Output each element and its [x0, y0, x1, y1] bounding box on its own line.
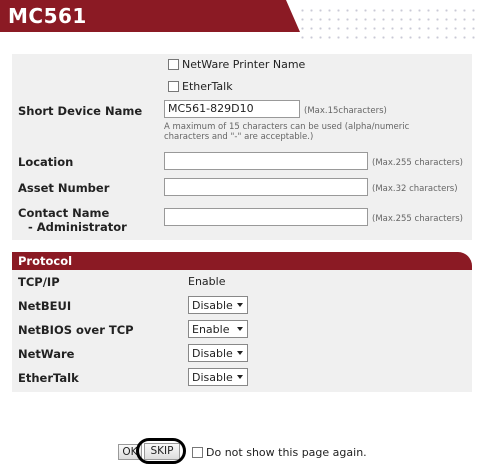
- netbios-select[interactable]: Enable: [188, 320, 248, 338]
- protocol-row-ethertalk: EtherTalk Disable: [12, 366, 472, 388]
- ethertalk-select-value: Disable: [192, 371, 233, 384]
- ethertalk-select[interactable]: Disable: [188, 368, 248, 386]
- short-device-name-label: Short Device Name: [18, 104, 143, 118]
- page-title: MC561: [8, 4, 87, 28]
- protocol-header: Protocol: [12, 252, 472, 270]
- ethertalk-option-row: EtherTalk: [12, 76, 472, 96]
- asset-number-hint: (Max.32 characters): [372, 184, 458, 194]
- chevron-down-icon: [237, 327, 243, 331]
- netbeui-select[interactable]: Disable: [188, 296, 248, 314]
- protocol-tcpip-label: TCP/IP: [18, 275, 60, 289]
- skip-highlight-circle: [136, 438, 186, 464]
- netware-select[interactable]: Disable: [188, 344, 248, 362]
- protocol-row-tcpip: TCP/IP Enable: [12, 270, 472, 292]
- protocol-netbios-label: NetBIOS over TCP: [18, 323, 134, 337]
- short-device-name-input[interactable]: MC561-829D10: [164, 100, 300, 118]
- ethertalk-checkbox[interactable]: [168, 81, 179, 92]
- protocol-netware-label: NetWare: [18, 347, 75, 361]
- short-device-name-hint: (Max.15characters): [304, 106, 387, 116]
- contact-name-input[interactable]: [164, 208, 368, 226]
- netbeui-select-value: Disable: [192, 299, 233, 312]
- contact-name-row: Contact Name - Administrator (Max.255 ch…: [12, 202, 472, 238]
- short-device-name-note: A maximum of 15 characters can be used (…: [164, 122, 410, 142]
- netware-printer-name-row: NetWare Printer Name: [12, 54, 472, 74]
- netware-printer-name-label: NetWare Printer Name: [182, 58, 306, 71]
- netware-printer-name-checkbox[interactable]: [168, 59, 179, 70]
- asset-number-label: Asset Number: [18, 181, 110, 195]
- asset-number-row: Asset Number (Max.32 characters): [12, 176, 472, 198]
- protocol-row-netbios: NetBIOS over TCP Enable: [12, 318, 472, 340]
- protocol-tcpip-value: Enable: [188, 275, 226, 288]
- chevron-down-icon: [237, 303, 243, 307]
- location-label: Location: [18, 155, 74, 169]
- protocol-row-netbeui: NetBEUI Disable: [12, 294, 472, 316]
- netware-select-value: Disable: [192, 347, 233, 360]
- netbios-select-value: Enable: [192, 323, 230, 336]
- protocol-header-label: Protocol: [18, 254, 73, 268]
- asset-number-input[interactable]: [164, 178, 368, 196]
- short-device-name-row: Short Device Name MC561-829D10 (Max.15ch…: [12, 98, 472, 148]
- ethertalk-option-label: EtherTalk: [182, 80, 233, 93]
- contact-name-label-line1: Contact Name: [18, 206, 110, 220]
- contact-name-hint: (Max.255 characters): [372, 214, 463, 224]
- contact-name-label-line2: - Administrator: [28, 220, 127, 234]
- location-row: Location (Max.255 characters): [12, 150, 472, 172]
- protocol-netbeui-label: NetBEUI: [18, 299, 72, 313]
- protocol-row-netware: NetWare Disable: [12, 342, 472, 364]
- location-input[interactable]: [164, 152, 368, 170]
- do-not-show-checkbox[interactable]: [192, 447, 203, 458]
- protocol-ethertalk-label: EtherTalk: [18, 371, 79, 385]
- decorative-dots: [298, 6, 478, 42]
- location-hint: (Max.255 characters): [372, 158, 463, 168]
- chevron-down-icon: [237, 351, 243, 355]
- chevron-down-icon: [237, 375, 243, 379]
- protocol-section: TCP/IP Enable NetBEUI Disable NetBIOS ov…: [12, 270, 472, 392]
- device-settings-section: NetWare Printer Name EtherTalk Short Dev…: [12, 54, 472, 240]
- do-not-show-label: Do not show this page again.: [206, 446, 367, 459]
